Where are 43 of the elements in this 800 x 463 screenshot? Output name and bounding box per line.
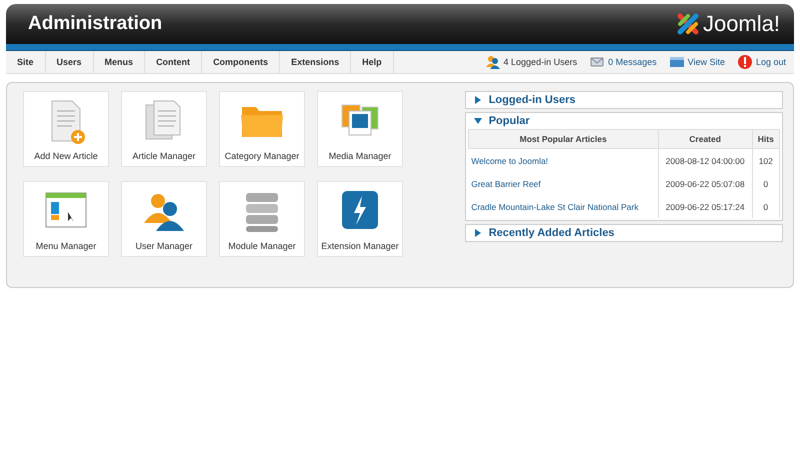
- status-link[interactable]: Log out: [736, 54, 786, 70]
- table-cell: 2009-06-22 05:17:24: [658, 195, 752, 218]
- quick-icon-button[interactable]: Module Manager: [219, 181, 305, 257]
- quick-icon-button[interactable]: Add New Article: [23, 91, 109, 167]
- collapsed-arrow-icon: [474, 229, 482, 237]
- article-link[interactable]: Great Barrier Reef: [471, 178, 541, 188]
- power-icon: [736, 54, 753, 70]
- menu-item[interactable]: Components: [202, 51, 280, 73]
- menu-item[interactable]: Content: [145, 51, 202, 73]
- menu-item[interactable]: Site: [6, 51, 46, 73]
- quick-icon-button[interactable]: Article Manager: [121, 91, 207, 167]
- table-cell: 2008-08-12 04:00:00: [658, 148, 752, 172]
- status-link[interactable]: 0 Messages: [589, 54, 657, 70]
- quick-icon-button[interactable]: Media Manager: [317, 91, 403, 167]
- status-link[interactable]: View Site: [668, 54, 725, 70]
- logo-text: Joomla!: [702, 11, 780, 37]
- column-header: Created: [658, 130, 752, 148]
- menu-item[interactable]: Menus: [94, 51, 146, 73]
- menu-item[interactable]: Extensions: [280, 51, 352, 73]
- panel-header[interactable]: Popular: [466, 113, 782, 129]
- column-header: Hits: [752, 130, 780, 148]
- panel-header[interactable]: Recently Added Articles: [466, 225, 782, 241]
- status-link[interactable]: 4 Logged-in Users: [484, 54, 578, 70]
- quick-icon-button[interactable]: User Manager: [121, 181, 207, 257]
- window-icon: [668, 54, 685, 70]
- menu-item[interactable]: Help: [351, 51, 394, 73]
- quick-icon-button[interactable]: Category Manager: [219, 91, 305, 167]
- menu-item[interactable]: Users: [46, 51, 94, 73]
- quick-icon-button[interactable]: Extension Manager: [317, 181, 403, 257]
- article-link[interactable]: Welcome to Joomla!: [471, 156, 548, 166]
- collapsed-arrow-icon: [474, 96, 482, 104]
- table-cell: 0: [752, 195, 780, 218]
- column-header: Most Popular Articles: [468, 130, 658, 148]
- admin-title: Administration: [28, 13, 162, 35]
- article-link[interactable]: Cradle Mountain-Lake St Clair National Park: [471, 202, 638, 212]
- expanded-arrow-icon: [474, 117, 482, 125]
- quick-icon-button[interactable]: Menu Manager: [23, 181, 109, 257]
- table-cell: 102: [752, 148, 780, 172]
- table-cell: 0: [752, 172, 780, 195]
- panel-header[interactable]: Logged-in Users: [466, 92, 782, 108]
- logo-icon: [676, 12, 700, 36]
- table-cell: 2009-06-22 05:07:08: [658, 172, 752, 195]
- users-icon: [484, 54, 501, 70]
